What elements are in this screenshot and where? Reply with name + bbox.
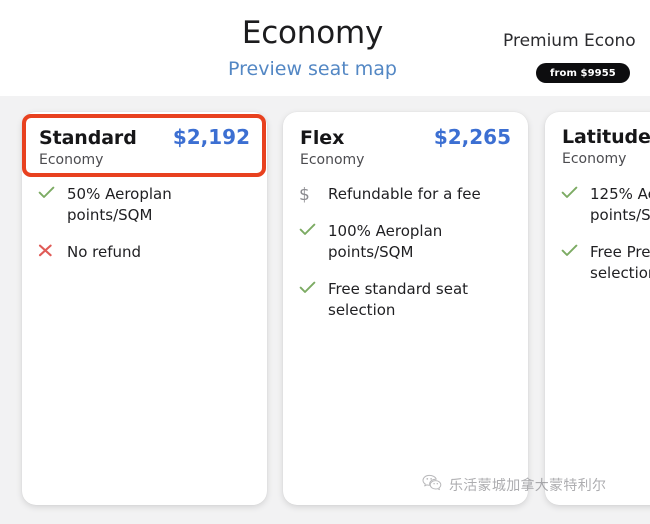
feature-text: Free standard seat selection — [328, 280, 469, 319]
cross-icon — [38, 242, 60, 257]
list-item: Free standard seat selection — [299, 279, 512, 321]
fare-card-standard[interactable]: Standard $2,192 Economy 50% Aeroplan poi… — [22, 112, 267, 505]
fare-cabin-label: Economy — [300, 152, 365, 168]
feature-list: 50% Aeroplan points/SQM No refund — [22, 170, 267, 263]
dollar-icon: $ — [299, 185, 310, 205]
fare-price: $2,265 — [433, 125, 511, 149]
list-item: Free Preferred seat selection — [561, 242, 650, 284]
fare-card-header: Standard $2,192 Economy — [22, 112, 267, 170]
list-item: No refund — [38, 242, 251, 263]
fare-name: Standard — [39, 127, 137, 149]
check-icon — [299, 221, 321, 236]
wechat-icon — [422, 474, 442, 495]
feature-text: 50% Aeroplan points/SQM — [67, 185, 172, 224]
check-icon — [561, 184, 583, 199]
fare-card-latitude[interactable]: Latitude Economy 125% Aeroplan points/SQ… — [545, 112, 650, 505]
fare-comparison-page: Economy Preview seat map Premium Econo f… — [0, 0, 650, 524]
list-item: 125% Aeroplan points/SQM — [561, 184, 650, 226]
feature-text: No refund — [67, 243, 142, 261]
fare-price: $2,192 — [172, 125, 250, 149]
fare-card-header: Flex $2,265 Economy — [283, 112, 528, 170]
check-icon — [299, 279, 321, 294]
fare-cabin-label: Economy — [39, 152, 104, 168]
list-item: 100% Aeroplan points/SQM — [299, 221, 512, 263]
list-item: 50% Aeroplan points/SQM — [38, 184, 251, 226]
cabin-header: Economy Preview seat map Premium Econo f… — [0, 0, 650, 96]
next-cabin-title: Premium Econo — [503, 31, 636, 51]
fare-card-header: Latitude Economy — [545, 112, 650, 170]
preview-seat-map-link[interactable]: Preview seat map — [150, 57, 475, 81]
next-cabin-price-badge: from $9955 — [536, 63, 630, 83]
page-title: Economy — [241, 15, 384, 51]
feature-list: 125% Aeroplan points/SQM Free Preferred … — [545, 170, 650, 284]
fare-name: Latitude — [562, 126, 650, 148]
feature-text: Refundable for a fee — [328, 185, 481, 203]
check-icon — [38, 184, 60, 199]
watermark: 乐活蒙城加拿大蒙特利尔 — [422, 474, 606, 495]
check-icon — [561, 242, 583, 257]
feature-text: 100% Aeroplan points/SQM — [328, 222, 443, 261]
feature-text: Free Preferred seat selection — [590, 243, 650, 282]
watermark-text: 乐活蒙城加拿大蒙特利尔 — [449, 477, 607, 494]
feature-list: $ Refundable for a fee 100% Aeroplan poi… — [283, 170, 528, 321]
fare-name: Flex — [300, 127, 345, 149]
feature-text: 125% Aeroplan points/SQM — [590, 185, 650, 224]
fare-card-flex[interactable]: Flex $2,265 Economy $ Refundable for a f… — [283, 112, 528, 505]
fare-cabin-label: Economy — [562, 151, 627, 167]
list-item: $ Refundable for a fee — [299, 184, 512, 205]
